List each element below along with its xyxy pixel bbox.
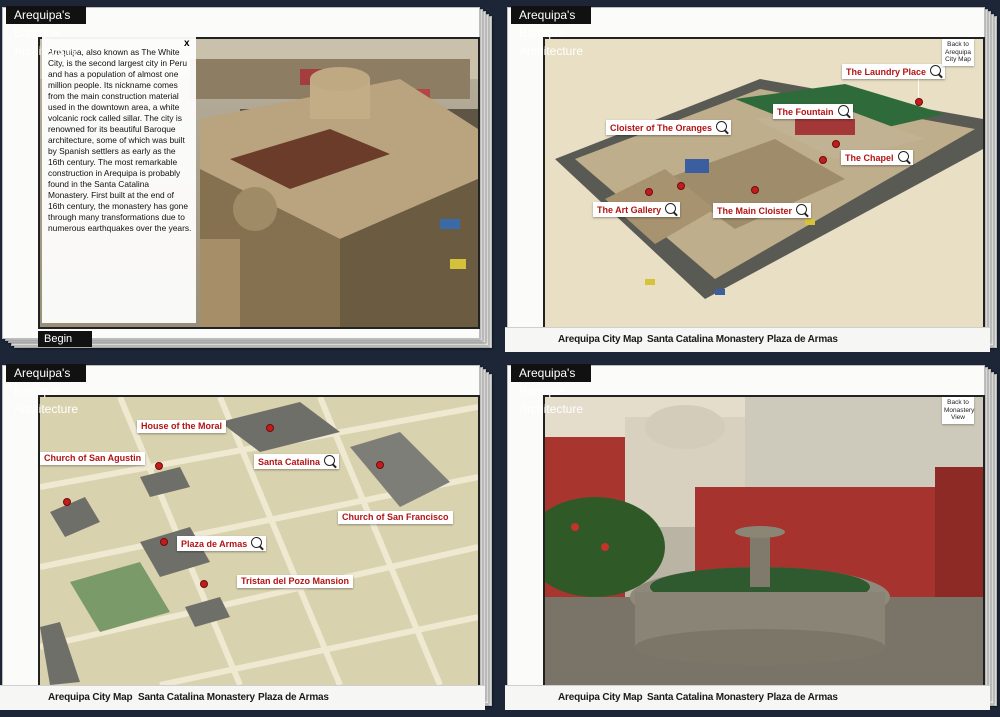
panel-title: Arequipa's Baroque Architecture bbox=[6, 6, 87, 58]
label-main-cloister[interactable]: The Main Cloister bbox=[713, 203, 812, 218]
label-text: House of the Moral bbox=[141, 421, 223, 431]
pin-marker bbox=[645, 188, 653, 196]
bottom-nav-bar: Arequipa City Map Santa Catalina Monaste… bbox=[0, 685, 485, 710]
nav-santa-catalina[interactable]: Santa Catalina Monastery bbox=[647, 692, 764, 703]
label-text: The Fountain bbox=[777, 107, 834, 117]
nav-plaza-armas[interactable]: Plaza de Armas bbox=[767, 692, 838, 703]
back-to-city-map-button[interactable]: Back to Arequipa City Map bbox=[942, 39, 974, 66]
magnifier-icon bbox=[796, 204, 808, 215]
magnifier-icon bbox=[837, 105, 849, 116]
begin-button[interactable]: Begin bbox=[38, 331, 92, 347]
bottom-nav-bar: Arequipa City Map Santa Catalina Monaste… bbox=[505, 327, 990, 352]
pin-marker bbox=[155, 462, 163, 470]
pin-marker bbox=[832, 140, 840, 148]
nav-city-map[interactable]: Arequipa City Map bbox=[48, 692, 133, 703]
nav-santa-catalina[interactable]: Santa Catalina Monastery bbox=[647, 334, 764, 345]
bottom-nav-bar: Arequipa City Map Santa Catalina Monaste… bbox=[505, 685, 990, 710]
label-text: Tristan del Pozo Mansion bbox=[241, 576, 350, 586]
nav-plaza-armas[interactable]: Plaza de Armas bbox=[767, 334, 838, 345]
label-house-moral[interactable]: House of the Moral bbox=[137, 420, 227, 433]
back-to-monastery-button[interactable]: Back to Monastery View bbox=[942, 397, 974, 424]
pin-marker bbox=[160, 538, 168, 546]
panel-title: Arequipa's Baroque Architecture bbox=[6, 364, 87, 416]
label-tristan-mansion[interactable]: Tristan del Pozo Mansion bbox=[237, 575, 354, 588]
pin-marker bbox=[63, 498, 71, 506]
label-laundry-place[interactable]: The Laundry Place bbox=[842, 64, 946, 79]
label-text: Church of San Francisco bbox=[342, 512, 449, 522]
pin-marker bbox=[751, 186, 759, 194]
magnifier-icon bbox=[716, 121, 728, 132]
label-art-gallery[interactable]: The Art Gallery bbox=[593, 202, 681, 217]
fountain-photo bbox=[543, 395, 985, 687]
label-text: The Chapel bbox=[845, 153, 894, 163]
label-leader bbox=[918, 79, 919, 97]
nav-plaza-armas[interactable]: Plaza de Armas bbox=[258, 692, 329, 703]
label-text: Church of San Agustin bbox=[44, 453, 142, 463]
label-chapel[interactable]: The Chapel bbox=[841, 150, 913, 165]
pin-marker bbox=[677, 182, 685, 190]
magnifier-icon bbox=[897, 151, 909, 162]
label-cloister-oranges[interactable]: Cloister of The Oranges bbox=[606, 120, 732, 135]
intro-text: Arequipa, also known as The White City, … bbox=[48, 47, 192, 233]
pin-marker bbox=[200, 580, 208, 588]
label-text: The Art Gallery bbox=[597, 205, 662, 215]
label-text: The Main Cloister bbox=[717, 206, 793, 216]
label-fountain[interactable]: The Fountain bbox=[773, 104, 853, 119]
pin-marker bbox=[915, 98, 923, 106]
close-icon[interactable]: x bbox=[184, 38, 194, 50]
magnifier-icon bbox=[324, 455, 336, 466]
label-text: Santa Catalina bbox=[258, 457, 321, 467]
label-santa-catalina[interactable]: Santa Catalina bbox=[254, 454, 340, 469]
intro-text-panel: Arequipa, also known as The White City, … bbox=[42, 37, 196, 323]
label-text: Plaza de Armas bbox=[181, 539, 248, 549]
magnifier-icon bbox=[930, 65, 942, 76]
panel-title: Arequipa's Baroque Architecture bbox=[511, 364, 592, 416]
pin-marker bbox=[819, 156, 827, 164]
nav-santa-catalina[interactable]: Santa Catalina Monastery bbox=[138, 692, 255, 703]
label-san-francisco[interactable]: Church of San Francisco bbox=[338, 511, 453, 524]
label-san-agustin[interactable]: Church of San Agustin bbox=[40, 452, 146, 465]
nav-city-map[interactable]: Arequipa City Map bbox=[558, 692, 643, 703]
nav-city-map[interactable]: Arequipa City Map bbox=[558, 334, 643, 345]
pin-marker bbox=[266, 424, 274, 432]
pin-marker bbox=[376, 461, 384, 469]
magnifier-icon bbox=[665, 203, 677, 214]
label-text: Cloister of The Oranges bbox=[610, 123, 713, 133]
label-text: The Laundry Place bbox=[846, 67, 927, 77]
label-plaza-armas[interactable]: Plaza de Armas bbox=[177, 536, 267, 551]
magnifier-icon bbox=[251, 537, 263, 548]
panel-title: Arequipa's Baroque Architecture bbox=[511, 6, 592, 58]
